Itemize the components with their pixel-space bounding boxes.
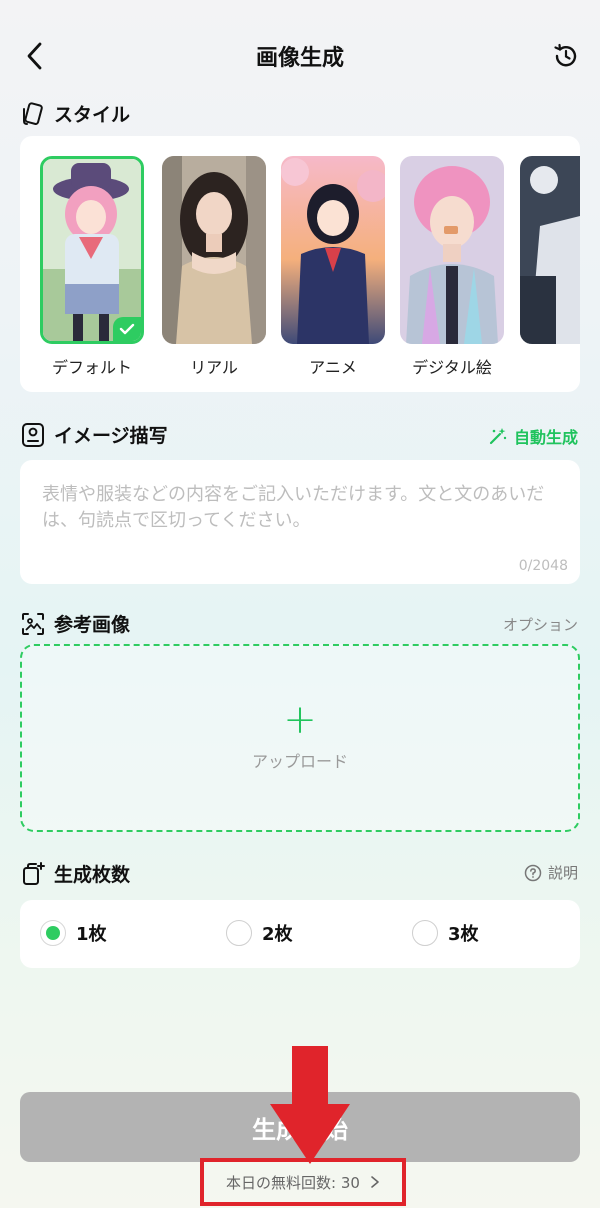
count-option-label: 1枚 xyxy=(76,924,107,945)
style-thumbnail-default xyxy=(40,156,144,344)
count-option-label: 2枚 xyxy=(262,924,293,945)
radio-unselected-icon xyxy=(412,920,438,946)
style-item-anime[interactable]: アニメ xyxy=(281,156,385,378)
check-icon xyxy=(119,323,135,335)
style-name: デジタル絵 xyxy=(412,358,492,377)
explain-label: 説明 xyxy=(547,864,578,882)
style-thumbnail-realistic xyxy=(162,156,266,344)
description-input[interactable]: 表情や服装などの内容をご記入いただけます。文と文のあいだは、句読点で区切ってくだ… xyxy=(20,460,580,584)
description-placeholder: 表情や服装などの内容をご記入いただけます。文と文のあいだは、句読点で区切ってくだ… xyxy=(42,484,545,531)
style-name: デフォルト xyxy=(51,358,132,377)
count-option-label: 3枚 xyxy=(448,924,479,945)
description-section-title: イメージ描写 xyxy=(54,425,168,447)
reference-section-label: 参考画像 xyxy=(20,610,130,637)
character-counter: 0/2048 xyxy=(518,558,568,574)
upload-dropzone[interactable]: + アップロード xyxy=(20,644,580,832)
style-thumbnail-anime xyxy=(281,156,385,344)
question-circle-icon xyxy=(524,864,542,881)
history-button[interactable] xyxy=(552,42,580,70)
style-name: アニメ xyxy=(309,358,357,377)
style-item-partial[interactable] xyxy=(520,156,580,354)
free-count-link[interactable]: 本日の無料回数: 30 xyxy=(200,1158,406,1206)
style-item-digital-art[interactable]: デジタル絵 xyxy=(400,156,504,378)
annotation-arrow-icon xyxy=(270,1046,350,1164)
count-section-label: 生成枚数 xyxy=(20,860,130,887)
magic-wand-icon xyxy=(489,428,507,445)
reference-section-title: 参考画像 xyxy=(54,614,131,636)
plus-icon: + xyxy=(283,697,317,743)
style-name: リアル xyxy=(190,358,238,377)
image-frame-icon xyxy=(22,612,44,635)
style-cards-icon xyxy=(23,101,43,125)
page-title: 画像生成 xyxy=(255,46,344,71)
portrait-icon xyxy=(22,422,44,447)
auto-generate-button[interactable]: 自動生成 xyxy=(488,424,578,448)
style-section-label: スタイル xyxy=(20,100,130,127)
style-thumbnail-partial xyxy=(520,156,580,344)
radio-unselected-icon xyxy=(226,920,252,946)
auto-generate-label: 自動生成 xyxy=(513,428,578,447)
selected-check-badge xyxy=(113,317,141,341)
explain-button[interactable]: 説明 xyxy=(524,862,578,883)
image-stack-icon xyxy=(23,861,45,885)
count-selector: 1枚 2枚 3枚 xyxy=(20,900,580,968)
optional-label: オプション xyxy=(502,616,578,634)
count-option-3[interactable]: 3枚 xyxy=(412,920,479,946)
style-item-realistic[interactable]: リアル xyxy=(162,156,266,378)
count-option-1[interactable]: 1枚 xyxy=(40,920,107,946)
style-carousel[interactable]: デフォルト リアル アニメ デジタル絵 xyxy=(20,136,580,392)
style-thumbnail-digital-art xyxy=(400,156,504,344)
style-item-default[interactable]: デフォルト xyxy=(40,156,144,378)
header: 画像生成 xyxy=(0,0,600,110)
chevron-right-icon xyxy=(371,1176,379,1188)
history-icon xyxy=(554,43,577,67)
radio-selected-icon xyxy=(40,920,66,946)
free-count-label: 本日の無料回数: 30 xyxy=(226,1173,360,1192)
upload-label: アップロード xyxy=(251,752,348,771)
count-section-title: 生成枚数 xyxy=(54,864,131,886)
style-section-title: スタイル xyxy=(54,104,131,126)
count-option-2[interactable]: 2枚 xyxy=(226,920,293,946)
description-section-label: イメージ描写 xyxy=(20,421,168,448)
